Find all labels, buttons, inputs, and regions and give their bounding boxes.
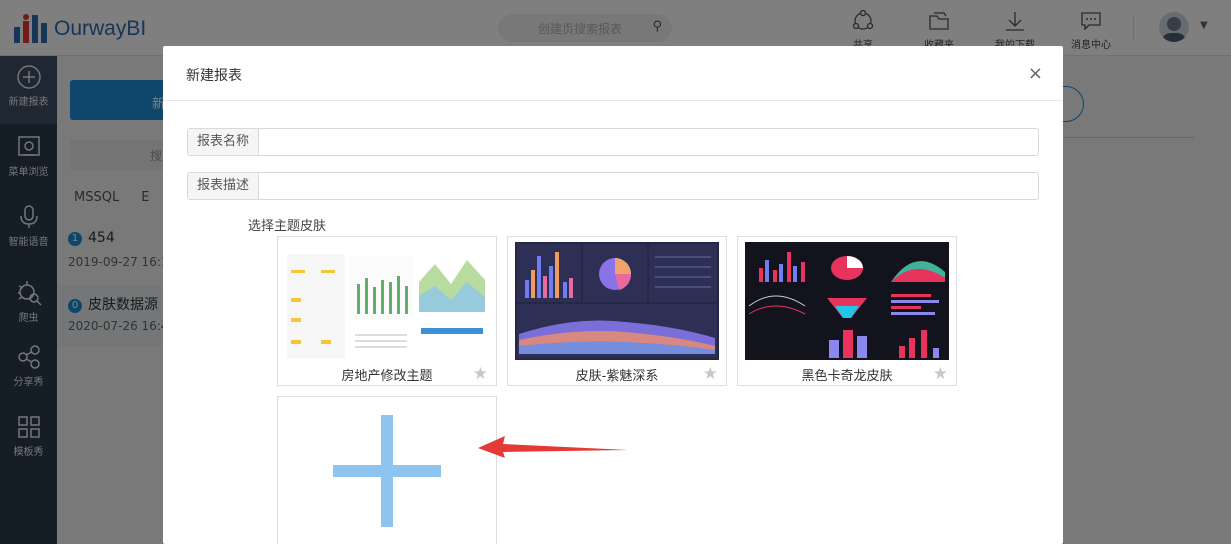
skin-thumbnail	[285, 242, 489, 360]
star-icon[interactable]: ★	[933, 364, 948, 384]
report-name-label: 报表名称	[188, 129, 259, 155]
add-skin-card[interactable]	[277, 396, 497, 544]
skin-card-real-estate[interactable]: 房地产修改主题 ★	[277, 236, 497, 386]
star-icon[interactable]: ★	[473, 364, 488, 384]
dialog-title: 新建报表	[186, 68, 242, 84]
skin-name: 皮肤-紫魅深系	[575, 369, 659, 384]
skin-card-purple[interactable]: 皮肤-紫魅深系 ★	[507, 236, 727, 386]
skin-thumbnail	[515, 242, 719, 360]
skin-card-dark[interactable]: 黑色卡奇龙皮肤 ★	[737, 236, 957, 386]
new-report-dialog: 新建报表 × 报表名称 报表描述 选择主题皮肤 房地产修改主题 ★ 皮肤-紫魅深…	[163, 46, 1063, 544]
dialog-header: 新建报表 ×	[163, 46, 1063, 101]
report-desc-label: 报表描述	[188, 173, 259, 199]
report-desc-input[interactable]	[259, 173, 1038, 199]
close-icon[interactable]: ×	[1028, 63, 1043, 84]
skin-section-label: 选择主题皮肤	[248, 219, 327, 234]
annotation-arrow-icon	[478, 436, 628, 458]
skin-name: 房地产修改主题	[341, 369, 433, 384]
report-name-field: 报表名称	[187, 128, 1039, 156]
report-desc-field: 报表描述	[187, 172, 1039, 200]
star-icon[interactable]: ★	[703, 364, 718, 384]
skin-thumbnail	[745, 242, 949, 360]
report-name-input[interactable]	[259, 129, 1038, 155]
skin-name: 黑色卡奇龙皮肤	[801, 369, 893, 384]
